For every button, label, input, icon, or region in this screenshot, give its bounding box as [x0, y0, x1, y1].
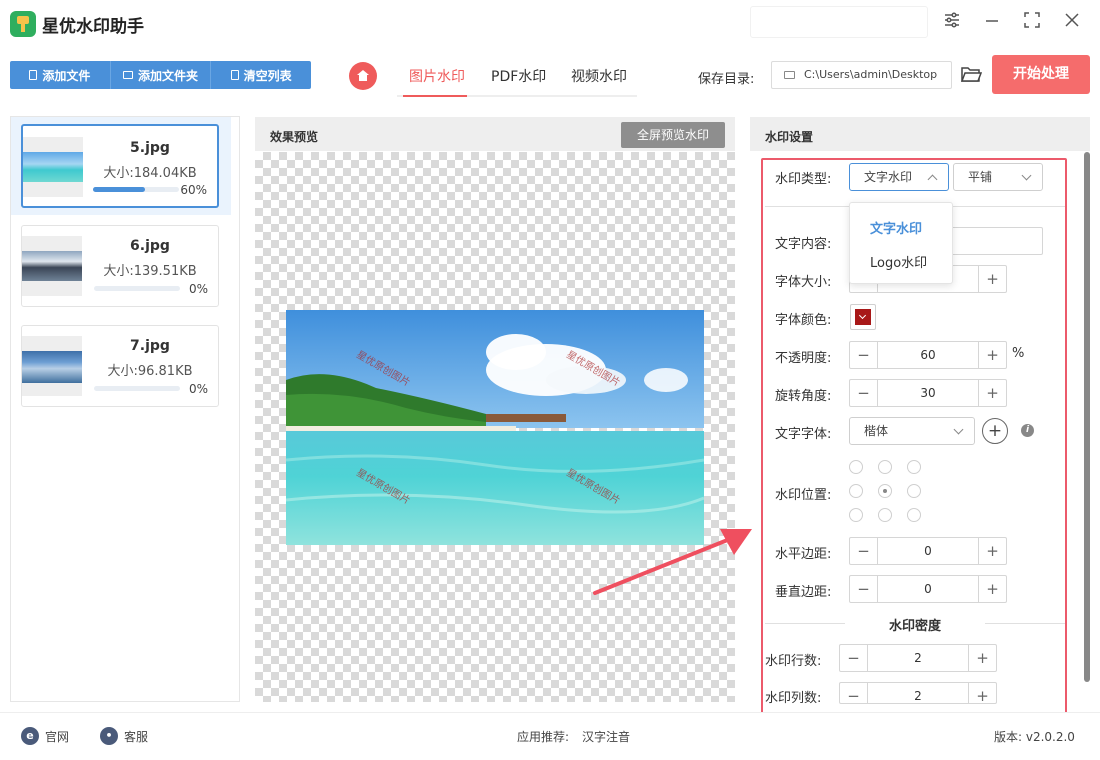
add-folder-button[interactable]: 添加文件夹	[111, 61, 212, 89]
progress-text: 0%	[188, 382, 208, 396]
website-link[interactable]: 官网	[45, 728, 69, 745]
file-thumbnail	[22, 236, 82, 296]
file-name: 7.jpg	[130, 338, 170, 354]
preview-title: 效果预览	[270, 130, 319, 144]
customer-service-link[interactable]: 客服	[124, 728, 148, 745]
file-thumbnail	[22, 336, 82, 396]
trash-icon	[230, 70, 239, 80]
settings-title: 水印设置	[765, 130, 814, 144]
beach-scene-image	[286, 310, 704, 545]
tab-image-watermark[interactable]: 图片水印	[409, 66, 465, 86]
close-icon[interactable]	[1060, 10, 1084, 34]
save-path-field[interactable]: C:\Users\admin\Desktop	[771, 61, 952, 89]
website-icon[interactable]: e	[21, 727, 39, 745]
folder-icon	[784, 71, 795, 79]
title-search-box[interactable]	[750, 6, 928, 38]
app-logo-icon	[10, 11, 36, 37]
progress-bar	[94, 386, 180, 391]
progress-bar	[93, 187, 179, 192]
file-size: 大小:139.51KB	[103, 264, 197, 279]
clear-list-button[interactable]: 清空列表	[211, 61, 311, 89]
active-tab-indicator	[403, 95, 467, 97]
progress-text: 0%	[188, 282, 208, 296]
progress-bar	[94, 286, 180, 291]
highlight-frame	[761, 158, 1067, 719]
tab-video-watermark[interactable]: 视频水印	[571, 66, 627, 86]
file-size: 大小:184.04KB	[103, 166, 197, 181]
file-button-group: 添加文件 添加文件夹 清空列表	[10, 61, 311, 89]
recommend-label: 应用推荐:	[517, 730, 570, 744]
file-icon	[29, 70, 38, 80]
chat-bubble-icon[interactable]: •	[100, 727, 118, 745]
minimize-icon[interactable]	[980, 10, 1004, 34]
recommend-app-link[interactable]: 汉字注音	[582, 728, 630, 745]
file-item-6[interactable]: 6.jpg 大小:139.51KB 0%	[21, 225, 219, 307]
file-item-7[interactable]: 7.jpg 大小:96.81KB 0%	[21, 325, 219, 407]
settings-sliders-icon[interactable]	[940, 10, 964, 34]
app-title: 星优水印助手	[42, 17, 144, 37]
settings-scrollbar[interactable]	[1084, 152, 1090, 682]
start-process-button[interactable]: 开始处理	[992, 55, 1090, 94]
progress-fill	[93, 187, 145, 192]
version-text: 版本: v2.0.2.0	[994, 730, 1075, 744]
file-item-5[interactable]: 5.jpg 大小:184.04KB 60%	[21, 124, 219, 208]
fullscreen-preview-button[interactable]: 全屏预览水印	[621, 122, 725, 148]
save-dir-label: 保存目录:	[698, 72, 755, 87]
file-size: 大小:96.81KB	[107, 364, 193, 379]
title-bar	[0, 0, 1100, 48]
file-list-panel: 5.jpg 大小:184.04KB 60% 6.jpg 大小:139.51KB …	[10, 116, 240, 702]
open-folder-icon[interactable]	[960, 64, 983, 84]
file-thumbnail	[23, 137, 83, 197]
home-icon[interactable]	[349, 62, 377, 90]
preview-image: 星优原创图片 星优原创图片 星优原创图片 星优原创图片	[286, 310, 704, 545]
folder-icon	[123, 71, 133, 79]
add-file-button[interactable]: 添加文件	[10, 61, 111, 89]
progress-text: 60%	[180, 183, 207, 197]
maximize-icon[interactable]	[1020, 10, 1044, 34]
pointer-arrow	[593, 529, 752, 595]
file-name: 5.jpg	[130, 140, 170, 156]
file-name: 6.jpg	[130, 238, 170, 254]
tab-pdf-watermark[interactable]: PDF水印	[491, 66, 546, 86]
